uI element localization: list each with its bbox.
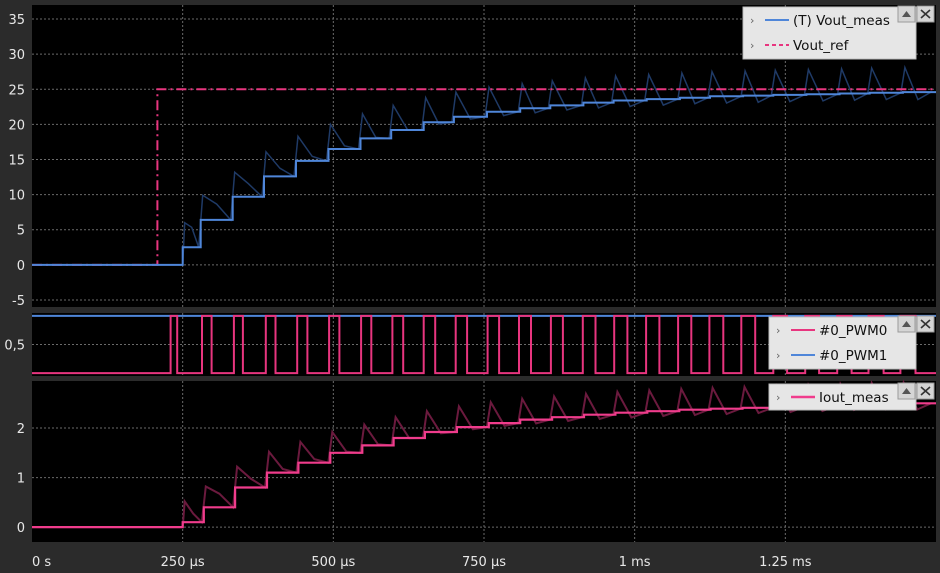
- x-tick-label: 750 µs: [462, 555, 506, 570]
- expand-chevron-icon[interactable]: ›: [750, 14, 754, 27]
- y-tick-label: 0: [17, 259, 25, 274]
- expand-chevron-icon[interactable]: ›: [776, 349, 780, 362]
- x-tick-label: 500 µs: [311, 555, 355, 570]
- y-tick-label: 20: [8, 118, 25, 133]
- expand-chevron-icon[interactable]: ›: [750, 39, 754, 52]
- legend-label-vout-ref: Vout_ref: [793, 38, 850, 54]
- y-tick-label: 0: [17, 521, 25, 536]
- legend-label-iout: Iout_meas: [819, 390, 889, 406]
- minimize-button[interactable]: [897, 382, 916, 400]
- legend-pwm[interactable]: › #0_PWM0 › #0_PWM1: [768, 315, 935, 370]
- y-tick-label: -5: [12, 294, 25, 309]
- legend-label-pwm0: #0_PWM0: [819, 323, 887, 339]
- x-tick-label: 250 µs: [161, 555, 205, 570]
- y-tick-label: 1: [17, 472, 25, 487]
- expand-chevron-icon[interactable]: ›: [776, 324, 780, 337]
- oscilloscope-view[interactable]: -5 0 5 10 15 20 25 30 35 0,5 0 1 2 0 s 250 µs 500 µs 75…: [0, 0, 940, 573]
- legend-label-pwm1: #0_PWM1: [819, 348, 887, 364]
- y-tick-label: 5: [17, 224, 25, 239]
- y-tick-label: 2: [17, 422, 25, 437]
- y-tick-label: 35: [8, 13, 25, 28]
- close-button[interactable]: [916, 5, 935, 23]
- x-tick-label: 1.25 ms: [759, 555, 812, 570]
- minimize-button[interactable]: [897, 5, 916, 23]
- y-tick-label: 10: [8, 189, 25, 204]
- minimize-button[interactable]: [897, 315, 916, 333]
- close-button[interactable]: [916, 382, 935, 400]
- legend-vout[interactable]: › (T) Vout_meas › Vout_ref: [742, 5, 935, 60]
- legend-label-vout-meas: (T) Vout_meas: [793, 13, 890, 29]
- x-tick-label: 1 ms: [619, 555, 651, 570]
- y-tick-label: 25: [8, 83, 25, 98]
- close-button[interactable]: [916, 315, 935, 333]
- expand-chevron-icon[interactable]: ›: [776, 391, 780, 404]
- y-tick-label: 15: [8, 154, 25, 169]
- legend-iout[interactable]: › Iout_meas: [768, 382, 935, 411]
- y-tick-label: 30: [8, 48, 25, 63]
- y-tick-label: 0,5: [4, 339, 25, 354]
- x-tick-label: 0 s: [32, 555, 51, 570]
